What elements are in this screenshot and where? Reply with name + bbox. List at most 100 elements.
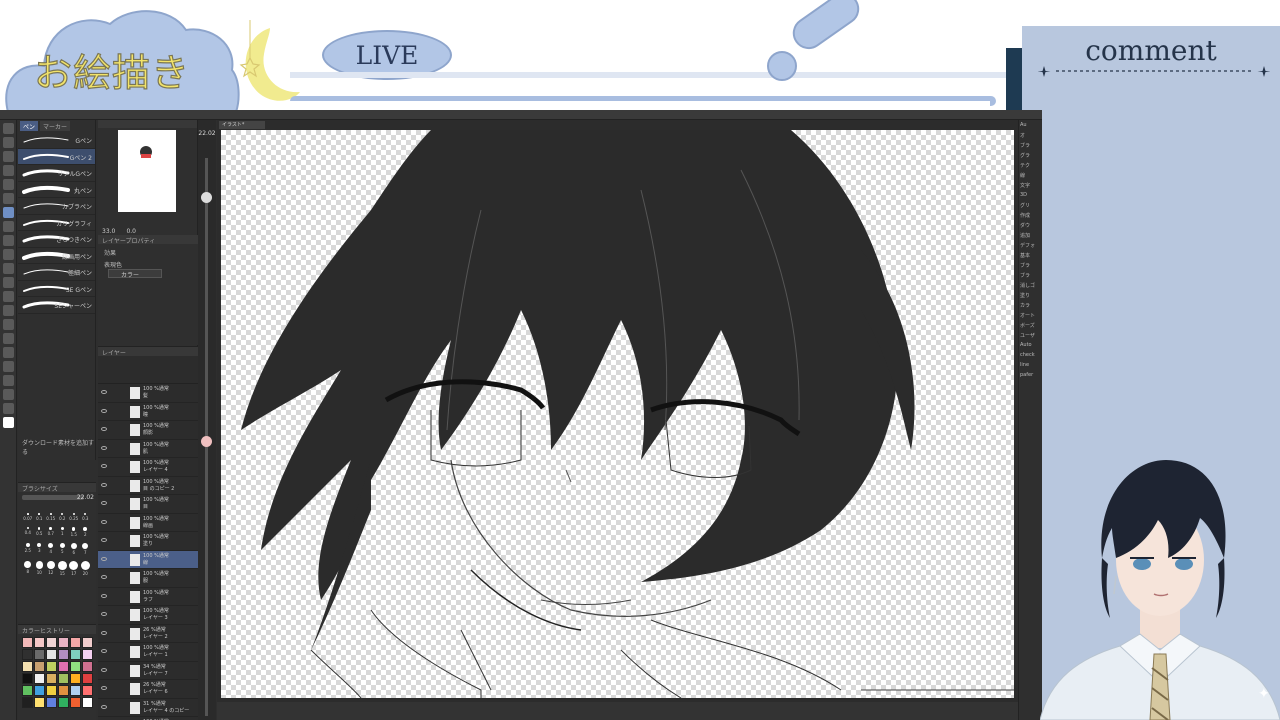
- dock-item[interactable]: ボーズ: [1019, 320, 1042, 330]
- eye-icon[interactable]: [101, 408, 107, 413]
- select-tool-icon[interactable]: [3, 165, 14, 176]
- layer-row[interactable]: 31 %通常 レイヤー 4 のコピー: [98, 699, 198, 717]
- layer-row[interactable]: 100 %通常髪: [98, 384, 198, 403]
- brush-size-preset[interactable]: 1: [57, 527, 69, 537]
- color-swatch[interactable]: [34, 697, 45, 708]
- balloon-tool-icon[interactable]: [3, 389, 14, 400]
- brush-size-preset[interactable]: 2: [80, 527, 92, 537]
- brush-size-preset[interactable]: 0.4: [22, 527, 34, 537]
- layer-row[interactable]: 26 %通常 レイヤー 6: [98, 680, 198, 699]
- color-swatch[interactable]: [46, 685, 57, 696]
- move-tool-icon[interactable]: [3, 151, 14, 162]
- brush-size-preset[interactable]: 0.3: [80, 513, 92, 521]
- color-swatch[interactable]: [82, 649, 93, 660]
- layer-row[interactable]: 100 %通常 顔影: [98, 421, 198, 440]
- hand-tool-icon[interactable]: [3, 137, 14, 148]
- slider-track-lower[interactable]: [205, 446, 208, 716]
- brush-item[interactable]: カブラペン: [18, 198, 95, 215]
- dock-item[interactable]: ユーザ: [1019, 330, 1042, 340]
- layer-row[interactable]: 34 %通常 レイヤー 7: [98, 662, 198, 680]
- eye-icon[interactable]: [101, 575, 107, 579]
- fill-tool-icon[interactable]: [3, 305, 14, 316]
- zoom-tool-icon[interactable]: [3, 123, 14, 134]
- eye-icon[interactable]: [101, 482, 107, 487]
- gradient-tool-icon[interactable]: [3, 319, 14, 330]
- command-bar[interactable]: [0, 110, 1042, 120]
- color-swatch[interactable]: [34, 661, 45, 672]
- dock-item[interactable]: デフォ: [1019, 240, 1042, 250]
- dock-item[interactable]: グリ: [1019, 200, 1042, 210]
- pen-tool-icon[interactable]: [3, 207, 14, 218]
- eye-icon[interactable]: [101, 445, 107, 450]
- brush-size-preset[interactable]: 17: [68, 561, 80, 576]
- dock-item[interactable]: Au: [1019, 120, 1042, 130]
- lasso-tool-icon[interactable]: [3, 179, 14, 190]
- navigator-zoom-value[interactable]: 33.0: [102, 228, 115, 235]
- color-swatch[interactable]: [34, 637, 45, 648]
- tab-pen[interactable]: ペン: [20, 121, 39, 131]
- eye-icon[interactable]: [101, 538, 107, 542]
- main-color-swatch[interactable]: [3, 417, 14, 428]
- color-swatch[interactable]: [70, 673, 81, 684]
- eye-icon[interactable]: [101, 556, 107, 561]
- tab-marker[interactable]: マーカー: [40, 121, 71, 131]
- color-swatch[interactable]: [70, 637, 81, 648]
- dock-item[interactable]: 線: [1019, 170, 1042, 180]
- drawing-canvas[interactable]: [221, 130, 1014, 698]
- color-swatch[interactable]: [70, 685, 81, 696]
- eyedropper-tool-icon[interactable]: [3, 193, 14, 204]
- color-swatch[interactable]: [70, 649, 81, 660]
- brush-size-preset[interactable]: 20: [80, 561, 92, 576]
- eye-icon[interactable]: [101, 667, 107, 672]
- brush-item[interactable]: 線画用ペン: [18, 248, 95, 264]
- brush-size-preset[interactable]: 4: [45, 542, 57, 555]
- dock-item[interactable]: 塗り: [1019, 290, 1042, 300]
- brush-size-preset[interactable]: 0.5: [34, 527, 46, 537]
- layer-toolbar[interactable]: [98, 356, 198, 384]
- brush-size-preset[interactable]: 8: [22, 561, 34, 576]
- color-swatch[interactable]: [70, 697, 81, 708]
- brush-size-preset[interactable]: 10: [34, 561, 46, 576]
- slider-knob-lower[interactable]: [201, 436, 212, 447]
- layer-row[interactable]: 100 %通常目 のコピー 2: [98, 477, 198, 495]
- color-swatch[interactable]: [82, 697, 93, 708]
- brush-size-slider[interactable]: [22, 495, 84, 500]
- eye-icon[interactable]: [101, 704, 107, 709]
- layer-row[interactable]: 100 %通常肌: [98, 440, 198, 458]
- dock-item[interactable]: テク: [1019, 160, 1042, 170]
- color-swatch[interactable]: [22, 697, 33, 708]
- color-swatch[interactable]: [58, 697, 69, 708]
- color-swatch[interactable]: [22, 649, 33, 660]
- dock-item[interactable]: ブラ: [1019, 260, 1042, 270]
- expression-color-select[interactable]: カラー: [108, 269, 162, 279]
- brush-size-preset[interactable]: 5: [57, 542, 69, 555]
- dock-item[interactable]: ブラ: [1019, 270, 1042, 280]
- dock-item[interactable]: line: [1019, 360, 1042, 370]
- dock-item[interactable]: 文字: [1019, 180, 1042, 190]
- color-swatch[interactable]: [22, 685, 33, 696]
- brush-item[interactable]: ざらつきペン: [18, 231, 95, 248]
- layer-row[interactable]: 100 %通常目: [98, 495, 198, 514]
- eye-icon[interactable]: [101, 519, 107, 524]
- eye-icon[interactable]: [101, 390, 107, 394]
- eye-icon[interactable]: [101, 427, 107, 431]
- figure-tool-icon[interactable]: [3, 333, 14, 344]
- brush-item[interactable]: SEシャーペン: [18, 297, 95, 314]
- brush-size-vertical-slider[interactable]: 22.02: [198, 120, 216, 720]
- text-tool-icon[interactable]: [3, 375, 14, 386]
- color-swatch[interactable]: [22, 673, 33, 684]
- eye-icon[interactable]: [101, 686, 107, 690]
- dock-item[interactable]: 3D: [1019, 190, 1042, 200]
- brush-size-preset[interactable]: 0.2: [57, 513, 69, 521]
- eraser-tool-icon[interactable]: [3, 277, 14, 288]
- layer-row[interactable]: 100 %通常服: [98, 569, 198, 588]
- color-swatch[interactable]: [22, 637, 33, 648]
- dock-item[interactable]: 作成: [1019, 210, 1042, 220]
- dock-item[interactable]: check: [1019, 350, 1042, 360]
- dock-item[interactable]: ダウ: [1019, 220, 1042, 230]
- pencil-tool-icon[interactable]: [3, 221, 14, 232]
- eye-icon[interactable]: [101, 464, 107, 468]
- color-swatch[interactable]: [34, 649, 45, 660]
- brush-size-preset[interactable]: 0.1: [34, 513, 46, 521]
- brush-size-preset[interactable]: 1.5: [68, 527, 80, 537]
